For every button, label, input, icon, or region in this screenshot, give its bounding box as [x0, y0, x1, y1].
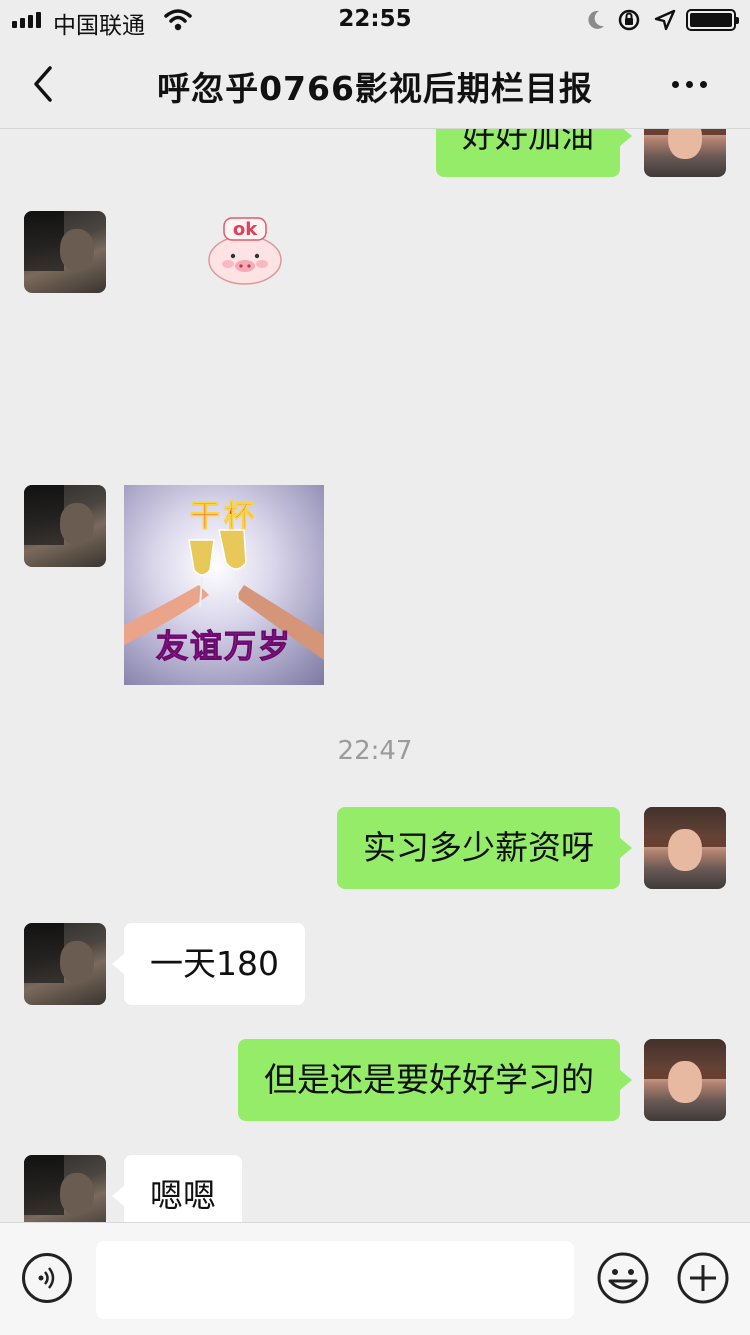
emoji-icon[interactable] — [596, 1251, 650, 1305]
voice-icon[interactable] — [22, 1253, 72, 1303]
my-avatar[interactable] — [644, 129, 726, 177]
message-timestamp: 22:47 — [337, 736, 413, 766]
sticker-caption-top: 干杯 — [190, 499, 258, 535]
sticker-ok-text: ok — [233, 219, 258, 240]
message-bubble-outgoing[interactable]: 实习多少薪资呀 — [337, 807, 632, 889]
message-bubble-outgoing[interactable]: 好好加油 — [436, 129, 632, 177]
message-input-bar — [0, 1222, 750, 1335]
chat-title: 呼忽乎0766影视后期栏目报 — [157, 69, 593, 108]
plus-icon[interactable] — [676, 1251, 730, 1305]
more-options-icon[interactable] — [672, 74, 716, 94]
sticker-caption-bottom: 友谊万岁 — [155, 627, 292, 666]
contact-avatar[interactable] — [24, 485, 106, 567]
contact-avatar[interactable] — [24, 211, 106, 293]
chat-messages[interactable]: 好好加油 ok 干杯 友谊万岁 22:47 实习多少薪资呀 一天180 但是还是… — [0, 129, 750, 1222]
message-bubble-outgoing[interactable]: 但是还是要好好学习的 — [238, 1039, 632, 1121]
cheers-sticker[interactable]: 干杯 友谊万岁 — [124, 485, 324, 685]
do-not-disturb-icon — [588, 10, 604, 29]
message-input[interactable] — [96, 1241, 574, 1319]
location-icon — [654, 9, 676, 31]
chat-header: 呼忽乎0766影视后期栏目报 — [0, 40, 750, 129]
contact-avatar[interactable] — [24, 923, 106, 1005]
my-avatar[interactable] — [644, 807, 726, 889]
status-bar: 中国联通 22:55 — [0, 0, 750, 40]
battery-icon — [686, 9, 739, 31]
message-bubble-incoming[interactable]: 一天180 — [112, 923, 305, 1005]
orientation-lock-icon — [618, 9, 640, 31]
contact-avatar[interactable] — [24, 1155, 106, 1222]
ok-pig-sticker[interactable]: ok — [200, 214, 290, 286]
my-avatar[interactable] — [644, 1039, 726, 1121]
message-bubble-incoming[interactable]: 嗯嗯 — [112, 1155, 242, 1222]
